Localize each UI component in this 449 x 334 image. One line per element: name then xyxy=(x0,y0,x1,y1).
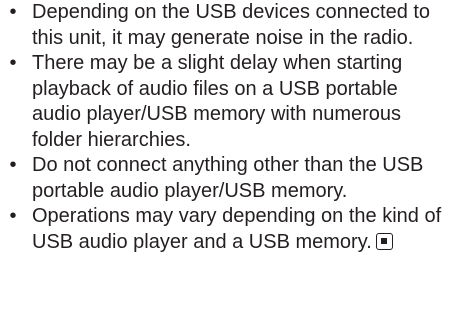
bullet-text: Depending on the USB devices connected t… xyxy=(32,1,431,49)
bullet-icon: • xyxy=(9,1,17,23)
list-item: • Depending on the USB devices connected… xyxy=(0,0,449,51)
list-item: • Do not connect anything other than the… xyxy=(0,153,449,204)
end-of-section-icon xyxy=(375,232,393,250)
list-item: • There may be a slight delay when start… xyxy=(0,51,449,153)
bullet-list: • Depending on the USB devices connected… xyxy=(0,0,449,255)
list-item: • Operations may vary depending on the k… xyxy=(0,204,449,255)
bullet-icon: • xyxy=(9,205,17,227)
bullet-icon: • xyxy=(9,52,17,74)
bullet-text: There may be a slight delay when startin… xyxy=(32,52,403,151)
bullet-icon: • xyxy=(9,154,17,176)
document-page: • Depending on the USB devices connected… xyxy=(0,0,449,334)
bullet-text: Do not connect anything other than the U… xyxy=(32,154,424,202)
